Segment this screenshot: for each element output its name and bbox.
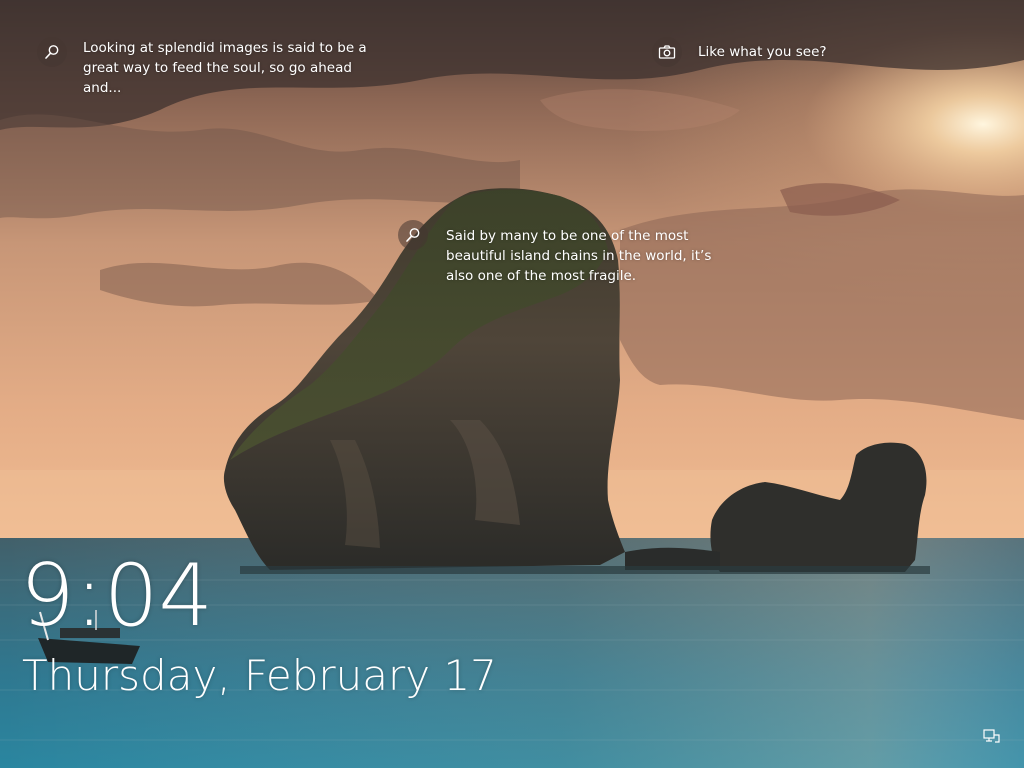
spotlight-tip-left[interactable]: Looking at splendid images is said to be…: [37, 37, 373, 98]
camera-icon[interactable]: [652, 37, 682, 67]
spotlight-tip-center-text[interactable]: Said by many to be one of the most beaut…: [446, 226, 716, 286]
network-wired-icon[interactable]: [983, 728, 1003, 744]
lock-screen[interactable]: Looking at splendid images is said to be…: [0, 0, 1024, 768]
search-icon[interactable]: [398, 220, 428, 250]
lock-screen-time: 9:04: [20, 546, 214, 646]
spotlight-tip-right[interactable]: Like what you see?: [652, 37, 918, 67]
search-icon[interactable]: [37, 37, 67, 67]
lock-screen-date: Thursday, February 17: [22, 651, 497, 700]
spotlight-tip-right-text[interactable]: Like what you see?: [698, 42, 918, 62]
spotlight-tip-left-text[interactable]: Looking at splendid images is said to be…: [83, 38, 373, 98]
spotlight-tip-center[interactable]: Said by many to be one of the most beaut…: [398, 220, 716, 286]
